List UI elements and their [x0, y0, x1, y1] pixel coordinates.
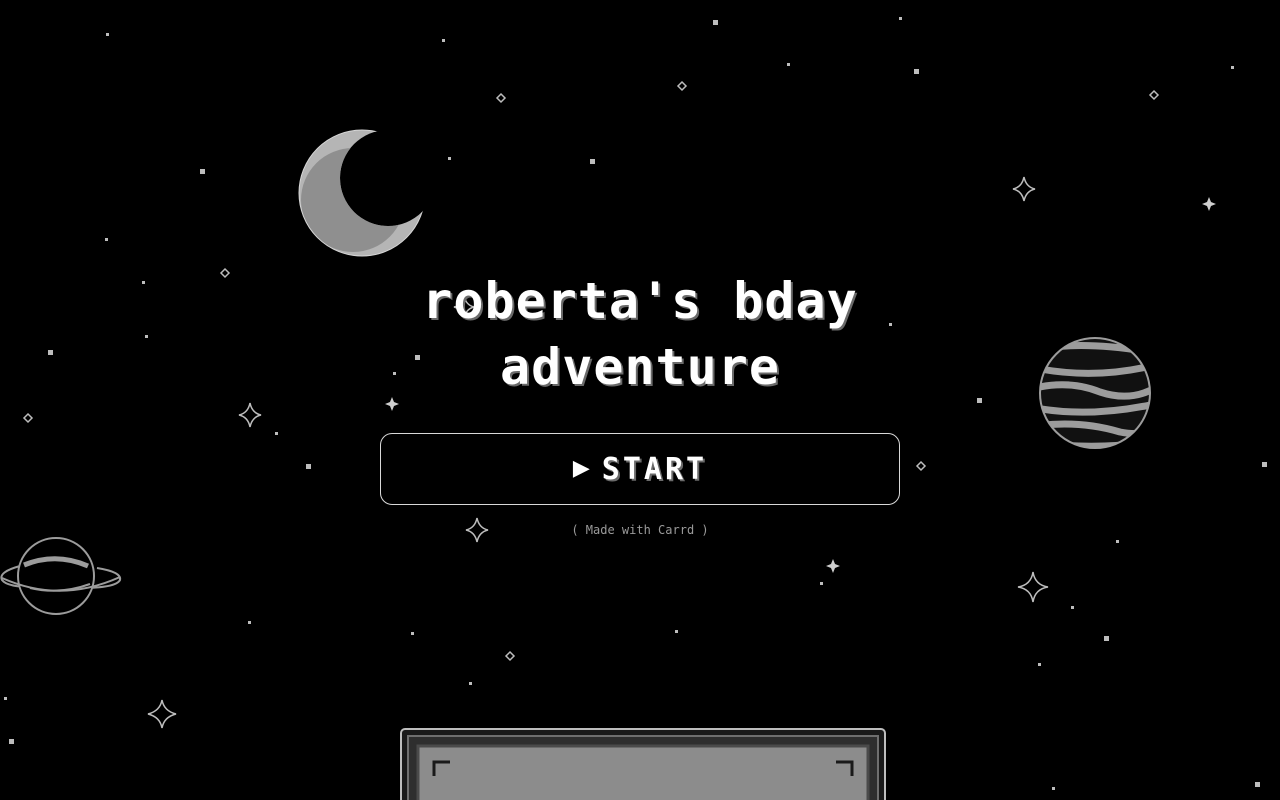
- title-line-2: adventure: [500, 338, 780, 396]
- game-title: roberta's bday adventure: [0, 268, 1280, 400]
- game-screen: roberta's bday adventure ▶ START ( Made …: [0, 0, 1280, 800]
- ringed-planet: [0, 537, 122, 615]
- start-button-label: START: [601, 451, 708, 487]
- dialog-box: [400, 728, 886, 800]
- play-triangle-icon: ▶: [572, 456, 590, 481]
- start-button[interactable]: ▶ START: [380, 433, 900, 505]
- starfield-background: [0, 17, 1267, 790]
- title-line-1: roberta's bday: [422, 272, 858, 330]
- made-with-carrd-link[interactable]: ( Made with Carrd ): [0, 523, 1280, 537]
- crescent-moon: [298, 129, 426, 257]
